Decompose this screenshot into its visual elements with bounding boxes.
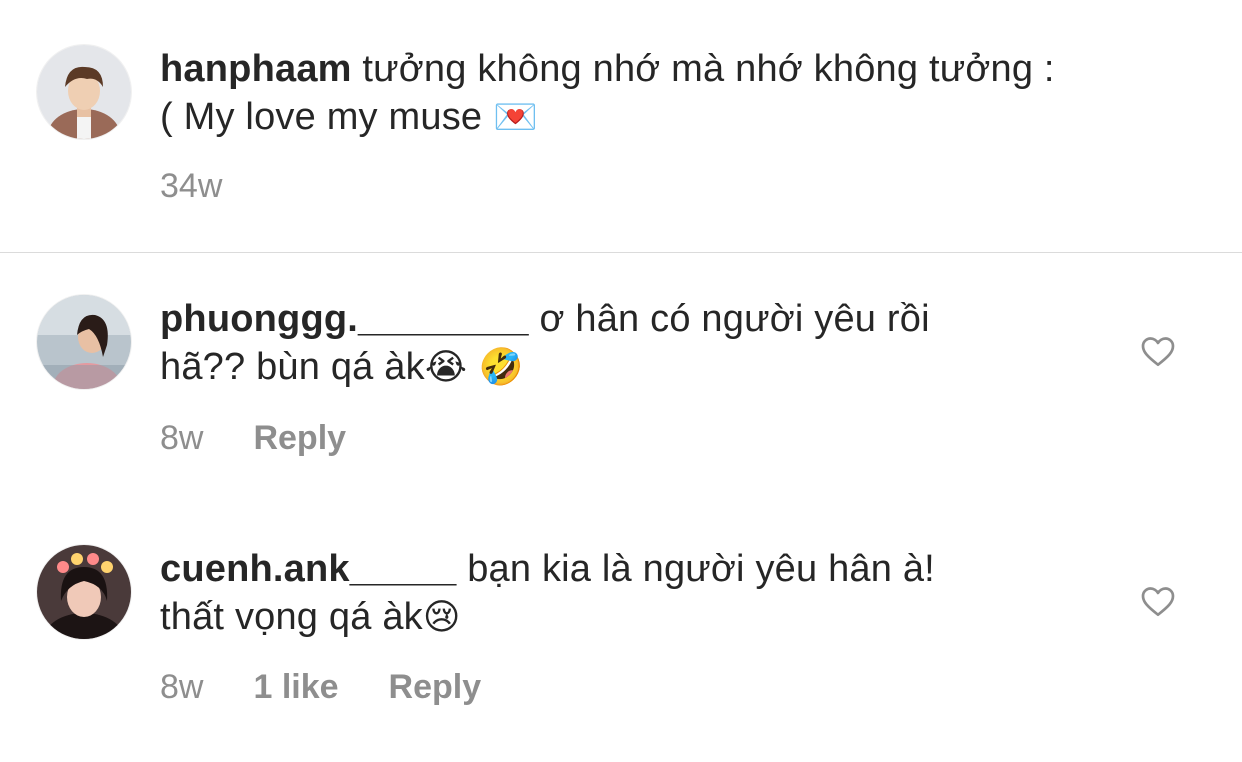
comment-timestamp[interactable]: 8w [160, 418, 203, 458]
caption-line1: tưởng không nhớ mà nhớ không tưởng : [362, 48, 1055, 90]
caption-line2: ( My love my muse [160, 96, 483, 138]
comment-username[interactable]: cuenh.ank_____ [160, 548, 456, 590]
comment-line1: bạn kia là người yêu hân à! [467, 548, 935, 590]
avatar-photo [37, 45, 131, 139]
avatar-photo [37, 545, 131, 639]
comment-username[interactable]: phuonggg.________ [160, 298, 529, 340]
divider [0, 252, 1242, 253]
comment-timestamp[interactable]: 8w [160, 667, 203, 707]
caption-username[interactable]: hanphaam [160, 48, 352, 90]
caption-timestamp[interactable]: 34w [160, 166, 222, 206]
comment-line2: hã?? bùn qá àk [160, 346, 425, 388]
avatar[interactable] [37, 545, 131, 639]
comment-text: cuenh.ank_____ bạn kia là người yêu hân … [160, 545, 935, 642]
reply-button[interactable]: Reply [389, 667, 482, 707]
caption-meta: 34w [160, 166, 222, 206]
comment-text: phuonggg.________ ơ hân có người yêu rồi… [160, 295, 930, 392]
love-letter-emoji: 💌 [493, 97, 539, 138]
likes-count-button[interactable]: 1 like [253, 667, 338, 707]
caption-text: hanphaam tưởng không nhớ mà nhớ không tư… [160, 45, 1055, 142]
avatar-photo [37, 295, 131, 389]
comment-meta: 8w 1 like Reply [160, 667, 481, 707]
avatar[interactable] [37, 295, 131, 389]
crying-face-emoji: 😢 [422, 597, 461, 638]
reply-button[interactable]: Reply [253, 418, 346, 458]
comment-meta: 8w Reply [160, 418, 346, 458]
crying-laughing-emoji: 😭 🤣 [424, 347, 524, 388]
comment-line1: ơ hân có người yêu rồi [539, 298, 930, 340]
comment-line2: thất vọng qá àk [160, 596, 423, 638]
like-heart-icon[interactable] [1140, 584, 1176, 620]
avatar[interactable] [37, 45, 131, 139]
like-heart-icon[interactable] [1140, 334, 1176, 370]
